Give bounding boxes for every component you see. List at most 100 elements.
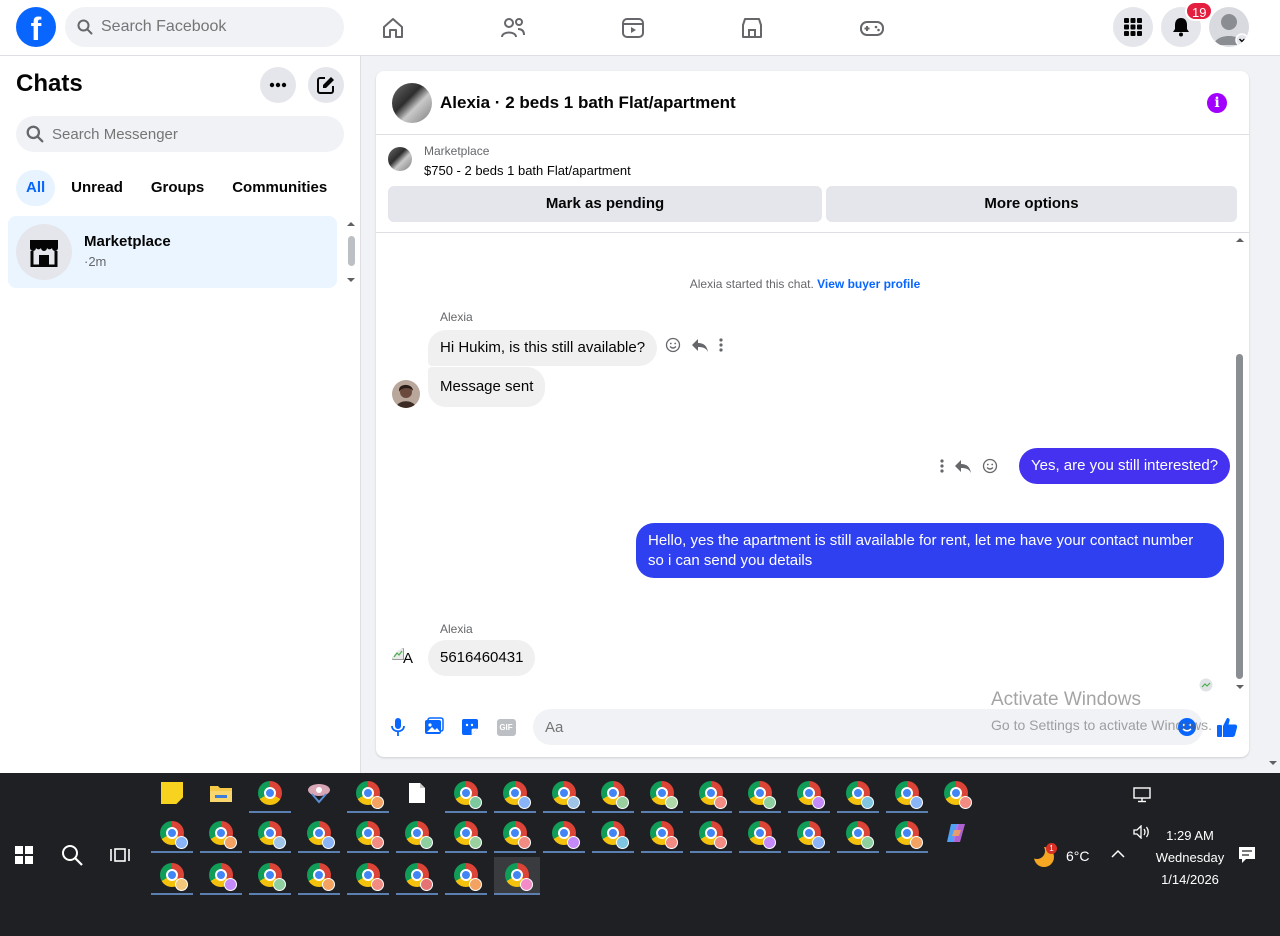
react-smiley-icon[interactable] [982, 458, 998, 474]
scrollbar-thumb[interactable] [1236, 354, 1243, 679]
message-bubble-outgoing[interactable]: Yes, are you still interested? [1019, 448, 1231, 484]
message-bubble-incoming[interactable]: Hi Hukim, is this still available? [428, 330, 658, 366]
taskbar-chrome[interactable] [886, 775, 928, 813]
messenger-search-input[interactable] [52, 125, 322, 143]
scroll-down-arrow-icon[interactable] [1234, 683, 1246, 691]
taskbar-chrome[interactable] [641, 815, 683, 853]
voice-clip-button[interactable] [386, 715, 410, 739]
task-view-button[interactable] [106, 841, 134, 869]
taskbar-chrome-active[interactable] [494, 857, 540, 895]
chat-list-item-marketplace[interactable]: Marketplace ·2m [8, 216, 337, 288]
gaming-nav-button[interactable] [852, 10, 892, 46]
taskbar-chrome[interactable] [249, 775, 291, 813]
taskbar-chrome[interactable] [641, 775, 683, 813]
like-send-button[interactable] [1215, 715, 1239, 739]
taskbar-chrome[interactable] [543, 815, 585, 853]
taskbar-chrome[interactable] [445, 775, 487, 813]
message-bubble-incoming[interactable]: 5616460431 [428, 640, 536, 676]
reply-icon[interactable] [954, 458, 972, 474]
message-bubble-outgoing[interactable]: Hello, yes the apartment is still availa… [636, 523, 1224, 578]
taskbar-chrome[interactable] [739, 815, 781, 853]
taskbar-search-button[interactable] [58, 841, 86, 869]
scroll-up-arrow-icon[interactable] [1234, 236, 1246, 244]
friends-nav-button[interactable] [493, 10, 533, 46]
listing-thumbnail[interactable] [392, 83, 432, 123]
taskbar-chrome[interactable] [347, 857, 389, 895]
taskbar-chrome[interactable] [249, 857, 291, 895]
tab-all[interactable]: All [16, 170, 56, 206]
taskbar-chrome[interactable] [151, 815, 193, 853]
menu-button[interactable] [1113, 7, 1153, 47]
tab-unread[interactable]: Unread [59, 170, 135, 206]
sticker-button[interactable] [458, 715, 482, 739]
more-vertical-icon[interactable] [940, 458, 944, 474]
taskbar-chrome[interactable] [788, 815, 830, 853]
taskbar-file-explorer[interactable] [200, 775, 242, 813]
more-options-button[interactable]: More options [826, 186, 1237, 222]
mark-as-pending-button[interactable]: Mark as pending [388, 186, 822, 222]
video-nav-button[interactable] [613, 10, 653, 46]
taskbar-chrome[interactable] [837, 815, 879, 853]
info-icon[interactable]: i [1207, 93, 1227, 113]
taskbar-chrome[interactable] [886, 815, 928, 853]
conversation-scrollbar[interactable] [1233, 234, 1247, 694]
scroll-down-arrow-icon[interactable] [345, 276, 357, 284]
taskbar-chrome[interactable] [298, 815, 340, 853]
taskbar-chrome[interactable] [396, 857, 438, 895]
facebook-logo[interactable]: f [16, 7, 56, 47]
taskbar-chrome[interactable] [298, 857, 340, 895]
chat-list-scrollbar[interactable] [345, 218, 357, 288]
taskbar-chrome[interactable] [151, 857, 193, 895]
taskbar-chrome[interactable] [935, 775, 977, 813]
listing-price-title[interactable]: $750 - 2 beds 1 bath Flat/apartment [424, 163, 631, 178]
taskbar-sticky-notes[interactable] [151, 775, 193, 813]
scrollbar-thumb[interactable] [348, 236, 355, 266]
listing-small-thumbnail[interactable] [388, 147, 412, 171]
tab-communities[interactable]: Communities [220, 170, 339, 206]
taskbar-chrome[interactable] [445, 815, 487, 853]
new-message-button[interactable] [308, 67, 344, 103]
taskbar-chrome[interactable] [690, 775, 732, 813]
home-nav-button[interactable] [373, 10, 413, 46]
clock[interactable]: 1:29 AM Wednesday 1/14/2026 [1150, 825, 1230, 891]
conversation-title[interactable]: Alexia · 2 beds 1 bath Flat/apartment [440, 93, 736, 113]
attach-photo-button[interactable] [422, 715, 446, 739]
taskbar-chrome[interactable] [494, 775, 536, 813]
gif-button[interactable]: GIF [494, 715, 518, 739]
messenger-search-box[interactable] [16, 116, 344, 152]
weather-widget[interactable]: 1 6°C [1029, 843, 1090, 867]
start-button[interactable] [10, 841, 38, 869]
taskbar-chrome[interactable] [347, 775, 389, 813]
taskbar-chrome[interactable] [690, 815, 732, 853]
taskbar-chrome[interactable] [200, 857, 242, 895]
facebook-search-box[interactable] [65, 7, 344, 47]
tab-groups[interactable]: Groups [139, 170, 216, 206]
broken-avatar-image[interactable]: A [392, 648, 420, 676]
react-smiley-icon[interactable] [665, 337, 681, 353]
reply-icon[interactable] [691, 337, 709, 353]
message-bubble-incoming[interactable]: Message sent [428, 367, 546, 407]
network-button[interactable] [1133, 787, 1151, 806]
sender-avatar[interactable] [392, 380, 420, 408]
show-hidden-icons-button[interactable] [1111, 847, 1125, 862]
taskbar-chrome[interactable] [592, 775, 634, 813]
scroll-up-arrow-icon[interactable] [345, 220, 357, 228]
more-vertical-icon[interactable] [719, 337, 723, 353]
taskbar-chrome[interactable] [200, 815, 242, 853]
taskbar-chrome[interactable] [837, 775, 879, 813]
volume-button[interactable] [1133, 824, 1151, 842]
chat-options-button[interactable] [260, 67, 296, 103]
taskbar-chrome[interactable] [788, 775, 830, 813]
taskbar-chrome[interactable] [445, 857, 487, 895]
taskbar-copilot[interactable] [935, 815, 977, 853]
view-buyer-profile-link[interactable]: View buyer profile [817, 277, 920, 291]
taskbar-chrome[interactable] [494, 815, 536, 853]
notification-center-button[interactable] [1238, 846, 1256, 867]
page-scrollbar[interactable] [1266, 56, 1280, 773]
profile-avatar-button[interactable] [1209, 7, 1249, 47]
taskbar-chrome[interactable] [396, 815, 438, 853]
marketplace-nav-button[interactable] [732, 10, 772, 46]
taskbar-notepad[interactable] [396, 775, 438, 813]
taskbar-chrome[interactable] [249, 815, 291, 853]
scroll-down-arrow-icon[interactable] [1267, 759, 1279, 767]
